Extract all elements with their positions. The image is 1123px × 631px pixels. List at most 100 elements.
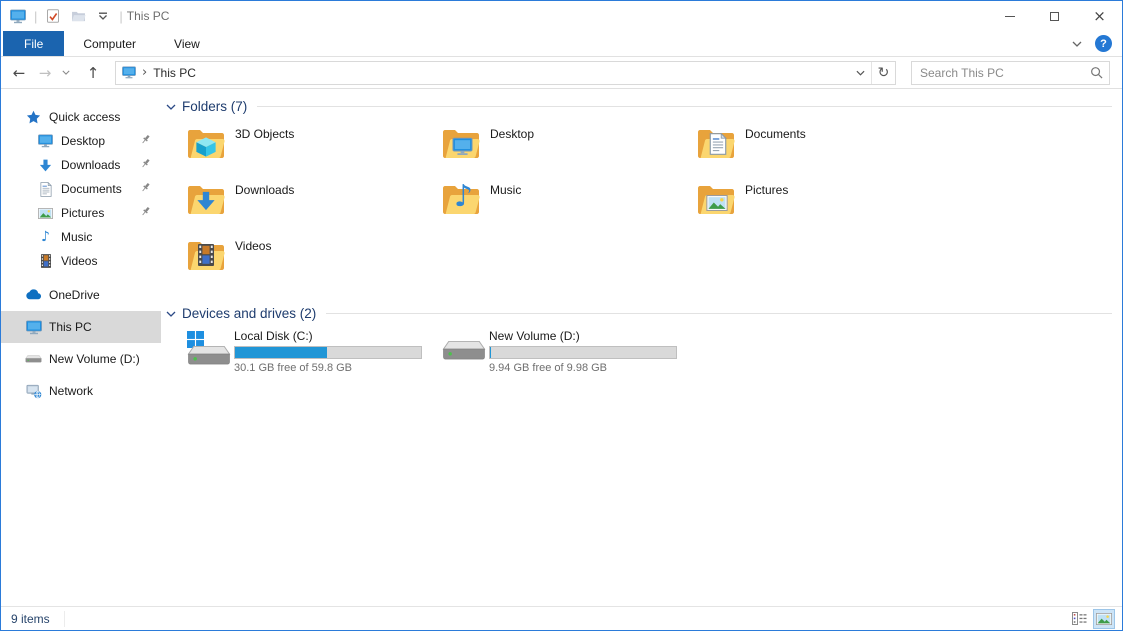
properties-button[interactable]: [44, 7, 62, 25]
pin-icon: [140, 182, 151, 196]
folder-icon: [186, 124, 226, 162]
group-title: Devices and drives (2): [182, 306, 316, 321]
search-icon[interactable]: [1090, 66, 1103, 79]
customize-qat-dropdown[interactable]: [94, 7, 112, 25]
sidebar-item-videos[interactable]: Videos: [1, 249, 161, 273]
pictures-icon: [37, 208, 54, 219]
folder-tile-videos[interactable]: Videos: [186, 236, 441, 292]
group-divider: [257, 106, 1112, 107]
drives-grid: Local Disk (C:) 30.1 GB free of 59.8 GB …: [186, 329, 1122, 383]
folder-tile-music[interactable]: ♪ Music: [441, 180, 696, 236]
breadcrumb-location[interactable]: This PC: [153, 66, 196, 80]
folder-label: Music: [490, 183, 521, 197]
music-note-icon: ♪: [37, 230, 54, 244]
3d-cube-icon: [195, 136, 217, 161]
ribbon-tab-bar: File Computer View ?: [1, 31, 1122, 57]
back-button[interactable]: ←: [7, 61, 31, 85]
search-input[interactable]: [920, 66, 1090, 80]
tab-computer[interactable]: Computer: [64, 31, 155, 56]
minimize-button[interactable]: [987, 1, 1032, 31]
sidebar-item-documents[interactable]: Documents: [1, 177, 161, 201]
desktop-monitor-icon: [452, 137, 473, 159]
pin-icon: [140, 206, 151, 220]
folder-tile-desktop[interactable]: Desktop: [441, 124, 696, 180]
onedrive-cloud-icon: [25, 289, 42, 301]
expand-ribbon-chevron-icon[interactable]: [1072, 41, 1082, 47]
drive-tile-new-volume-d[interactable]: New Volume (D:) 9.94 GB free of 9.98 GB: [441, 329, 696, 383]
folder-tile-3d-objects[interactable]: 3D Objects: [186, 124, 441, 180]
folder-icon: [441, 124, 481, 162]
window-title: This PC: [127, 9, 170, 23]
drive-icon: [441, 329, 487, 369]
item-count: 9 items: [1, 611, 65, 627]
details-view-button[interactable]: [1069, 610, 1089, 628]
disk-usage-bar: [234, 346, 422, 359]
help-button[interactable]: ?: [1095, 35, 1112, 52]
folder-icon: [696, 180, 736, 218]
titlebar-separator: |: [119, 9, 122, 24]
sidebar-item-quick-access[interactable]: Quick access: [1, 105, 161, 129]
search-box[interactable]: [911, 61, 1110, 85]
download-arrow-icon: [196, 191, 216, 214]
tab-file[interactable]: File: [3, 31, 64, 56]
group-divider: [326, 313, 1112, 314]
folder-icon: [186, 236, 226, 274]
folder-label: Documents: [745, 127, 806, 141]
up-button[interactable]: ↑: [81, 61, 105, 85]
folder-label: Pictures: [745, 183, 788, 197]
folder-tile-pictures[interactable]: Pictures: [696, 180, 951, 236]
maximize-icon: [1050, 12, 1059, 21]
window-controls: ×: [987, 1, 1122, 31]
system-drive-icon: [186, 329, 232, 369]
titlebar[interactable]: | | This PC ×: [1, 1, 1122, 31]
disk-usage-fill: [235, 347, 327, 358]
tab-view[interactable]: View: [155, 31, 219, 56]
address-bar[interactable]: › This PC ↻: [115, 61, 896, 85]
folders-group-header[interactable]: Folders (7): [166, 99, 1112, 114]
folder-label: Videos: [235, 239, 271, 253]
quick-access-toolbar: | |: [9, 7, 123, 25]
large-icons-view-button[interactable]: [1094, 610, 1114, 628]
refresh-button[interactable]: ↻: [871, 62, 895, 84]
sidebar-item-onedrive[interactable]: OneDrive: [1, 279, 161, 311]
drive-label: New Volume (D:): [489, 329, 677, 343]
pin-icon: [140, 158, 151, 172]
sidebar-item-desktop[interactable]: Desktop: [1, 129, 161, 153]
pin-icon: [140, 134, 151, 148]
forward-button[interactable]: →: [33, 61, 57, 85]
folder-tile-downloads[interactable]: Downloads: [186, 180, 441, 236]
recent-locations-chevron-icon[interactable]: [59, 61, 73, 85]
videos-icon: [37, 254, 54, 268]
folder-label: Downloads: [235, 183, 294, 197]
sidebar-item-music[interactable]: ♪ Music: [1, 225, 161, 249]
sidebar-item-new-volume-d[interactable]: New Volume (D:): [1, 343, 161, 375]
sidebar-item-this-pc[interactable]: This PC: [1, 311, 161, 343]
this-pc-icon: [25, 320, 42, 335]
file-list-area: Folders (7) 3D Objects Desktop: [161, 89, 1122, 606]
address-dropdown-button[interactable]: [849, 62, 871, 84]
disk-usage-fill: [490, 347, 491, 358]
new-folder-button[interactable]: [69, 7, 87, 25]
drive-icon: [25, 355, 42, 363]
close-button[interactable]: ×: [1077, 1, 1122, 31]
minimize-icon: [1005, 16, 1015, 17]
collapse-chevron-icon[interactable]: [166, 104, 176, 110]
folder-tile-documents[interactable]: Documents: [696, 124, 951, 180]
drives-group-header[interactable]: Devices and drives (2): [166, 306, 1112, 321]
titlebar-separator: |: [34, 9, 37, 24]
breadcrumb-chevron-icon[interactable]: ›: [142, 65, 147, 80]
folder-icon: [186, 180, 226, 218]
folder-label: 3D Objects: [235, 127, 294, 141]
group-title: Folders (7): [182, 99, 247, 114]
drive-free-space: 30.1 GB free of 59.8 GB: [234, 362, 422, 374]
file-explorer-window: | | This PC × File Computer View ? ← → ↑: [0, 0, 1123, 631]
sidebar-item-pictures[interactable]: Pictures: [1, 201, 161, 225]
maximize-button[interactable]: [1032, 1, 1077, 31]
sidebar-item-network[interactable]: Network: [1, 375, 161, 407]
this-pc-icon: [9, 7, 27, 25]
drive-tile-local-disk-c[interactable]: Local Disk (C:) 30.1 GB free of 59.8 GB: [186, 329, 441, 383]
this-pc-icon: [122, 66, 136, 79]
collapse-chevron-icon[interactable]: [166, 311, 176, 317]
sidebar-item-downloads[interactable]: Downloads: [1, 153, 161, 177]
folder-icon: [696, 124, 736, 162]
